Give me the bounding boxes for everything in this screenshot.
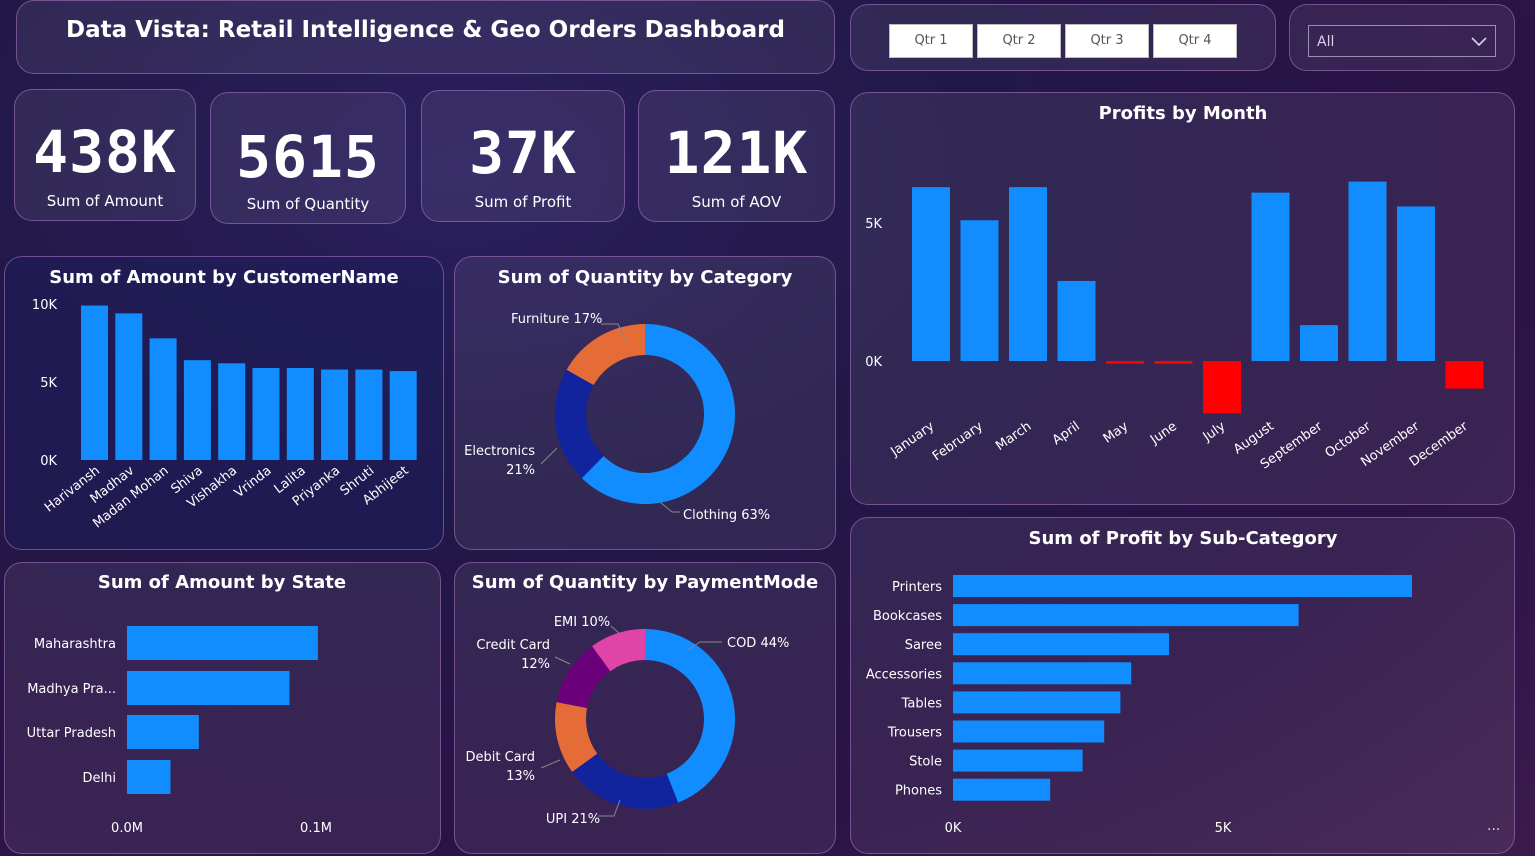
payment-quantity-chart-panel	[454, 562, 836, 854]
kpi-card-aov: 121K Sum of AOV	[638, 90, 835, 222]
kpi-value: 121K	[664, 119, 809, 187]
kpi-label: Sum of AOV	[691, 193, 782, 211]
kpi-label: Sum of Quantity	[246, 195, 370, 213]
quarter-slicer-panel: Qtr 1 Qtr 2 Qtr 3 Qtr 4	[850, 4, 1276, 71]
filter-dropdown[interactable]: All	[1308, 25, 1496, 57]
kpi-card-profit: 37K Sum of Profit	[421, 90, 625, 222]
kpi-card-quantity: 5615 Sum of Quantity	[210, 92, 406, 224]
chevron-down-icon	[1471, 37, 1487, 47]
profit-month-chart-panel	[850, 92, 1515, 505]
subcategory-profit-chart-panel	[850, 517, 1515, 854]
category-quantity-chart-panel	[454, 256, 836, 550]
dashboard-title: Data Vista: Retail Intelligence & Geo Or…	[66, 17, 785, 43]
customer-amount-chart-panel	[4, 256, 444, 550]
kpi-value: 5615	[236, 123, 380, 191]
kpi-value: 438K	[33, 118, 177, 186]
kpi-label: Sum of Profit	[474, 193, 572, 211]
kpi-label: Sum of Amount	[46, 192, 164, 210]
kpi-value: 37K	[469, 119, 577, 187]
qtr-3-button[interactable]: Qtr 3	[1065, 24, 1149, 58]
state-amount-chart-panel	[4, 562, 441, 854]
dropdown-value: All	[1317, 34, 1335, 50]
qtr-4-button[interactable]: Qtr 4	[1153, 24, 1237, 58]
qtr-2-button[interactable]: Qtr 2	[977, 24, 1061, 58]
qtr-1-button[interactable]: Qtr 1	[889, 24, 973, 58]
title-panel: Data Vista: Retail Intelligence & Geo Or…	[16, 0, 835, 74]
kpi-card-amount: 438K Sum of Amount	[14, 89, 196, 221]
more-options-icon[interactable]: ...	[1487, 818, 1500, 834]
